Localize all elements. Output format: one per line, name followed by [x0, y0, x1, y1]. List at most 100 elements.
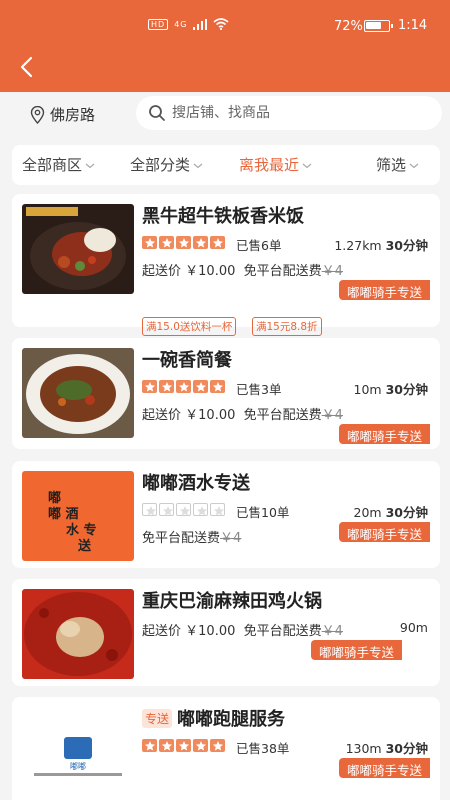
logo-text: 嘟嘟: [70, 762, 86, 771]
fee-info: 起送价 ￥10.00 免平台配送费￥4: [142, 404, 343, 423]
battery-percent: 72%: [334, 19, 363, 34]
store-card[interactable]: 嘟嘟 专送 嘟嘟跑腿服务 已售38单 130m 30分钟 嘟嘟骑手专送: [12, 697, 440, 800]
store-photo: [22, 204, 134, 294]
star-icon: [193, 503, 208, 516]
logo-char: 送: [78, 539, 92, 554]
filter-nearest-label: 离我最近: [239, 156, 300, 174]
store-photo: [22, 348, 134, 438]
chevron-down-icon: [193, 163, 203, 168]
search-input[interactable]: [172, 102, 422, 124]
chevron-down-icon: [85, 163, 95, 168]
distance-time: 20m 30分钟: [354, 502, 428, 521]
store-logo: 嘟嘟: [22, 707, 134, 797]
rating-stars: [142, 380, 225, 393]
signal-icon: [193, 18, 208, 30]
store-card[interactable]: 嘟 嘟 酒 水 专 送 嘟嘟酒水专送 已售10单 20m 30分钟 嘟嘟骑手专送…: [12, 461, 440, 568]
delivery-time: 30分钟: [385, 382, 428, 397]
wifi-icon: [213, 18, 230, 30]
clock: 1:14: [398, 18, 428, 33]
star-icon: [210, 503, 225, 516]
filter-screen[interactable]: 筛选: [376, 154, 419, 175]
min-price: ￥10.00: [185, 264, 236, 279]
store-name: 专送 嘟嘟跑腿服务: [142, 705, 285, 731]
rider-badge: 嘟嘟骑手专送: [338, 280, 430, 300]
star-icon: [159, 236, 174, 249]
store-name-text: 嘟嘟跑腿服务: [177, 709, 286, 730]
delivery-time: 30分钟: [385, 238, 428, 253]
star-icon: [176, 380, 191, 393]
store-photo: [22, 589, 134, 679]
promo-tag: 满15.0送饮料一杯: [142, 317, 237, 336]
rider-badge: 嘟嘟骑手专送: [310, 640, 402, 660]
hd-badge: HD: [148, 18, 169, 30]
free-fee: 免平台配送费: [243, 624, 322, 639]
search-icon: [149, 105, 165, 121]
fee-info: 起送价 ￥10.00 免平台配送费￥4: [142, 620, 343, 639]
signal-label: 4G: [174, 19, 188, 29]
store-card[interactable]: 重庆巴渝麻辣田鸡火锅 起送价 ￥10.00 免平台配送费￥4 90m 嘟嘟骑手专…: [12, 579, 440, 686]
delivery-time: 30分钟: [385, 741, 428, 756]
star-icon: [193, 380, 208, 393]
free-fee: 免平台配送费: [142, 531, 221, 546]
store-name: 一碗香简餐: [142, 350, 232, 371]
distance: 1.27km: [334, 238, 382, 253]
star-icon: [176, 236, 191, 249]
distance-time: 130m 30分钟: [346, 738, 428, 757]
filter-district[interactable]: 全部商区: [22, 154, 95, 175]
express-tag: 专送: [142, 709, 173, 728]
distance: 130m: [345, 741, 382, 756]
star-icon: [210, 380, 225, 393]
store-logo: 嘟 嘟 酒 水 专 送: [22, 471, 134, 561]
star-icon: [159, 739, 174, 752]
min-label: 起送价: [142, 264, 182, 279]
old-fee: ￥4: [321, 264, 343, 279]
min-price: ￥10.00: [185, 624, 236, 639]
status-bar: HD 4G 72% 1:14: [0, 0, 450, 52]
store-card[interactable]: 黑牛超牛铁板香米饭 已售6单 1.27km 30分钟 起送价 ￥10.00 免平…: [12, 194, 440, 336]
distance: 90m: [399, 620, 428, 635]
star-icon: [142, 739, 157, 752]
filter-category[interactable]: 全部分类: [130, 154, 203, 175]
back-arrow-icon[interactable]: [14, 54, 40, 80]
distance: 10m: [353, 382, 382, 397]
search-row: 佛房路: [0, 92, 450, 138]
location-pin-icon[interactable]: [30, 106, 45, 124]
star-icon: [193, 236, 208, 249]
filter-nearest[interactable]: 离我最近: [239, 154, 312, 175]
logo-char: 水 专: [66, 523, 97, 538]
rider-badge: 嘟嘟骑手专送: [338, 758, 430, 778]
store-name: 重庆巴渝麻辣田鸡火锅: [142, 591, 322, 612]
free-fee: 免平台配送费: [243, 264, 322, 279]
location-label[interactable]: 佛房路: [50, 104, 95, 125]
filter-bar: 全部商区 全部分类 离我最近 筛选: [12, 145, 440, 185]
sold-count: 已售6单: [236, 238, 282, 253]
star-icon: [159, 503, 174, 516]
star-icon: [142, 380, 157, 393]
sold-count: 已售10单: [236, 505, 290, 520]
store-name: 黑牛超牛铁板香米饭: [142, 206, 304, 227]
old-fee: ￥4: [321, 408, 343, 423]
rating-stars: [142, 236, 225, 249]
min-price: ￥10.00: [185, 408, 236, 423]
filter-category-label: 全部分类: [130, 156, 191, 174]
logo-char: 嘟: [48, 491, 62, 506]
chevron-down-icon: [302, 163, 312, 168]
star-icon: [176, 503, 191, 516]
star-icon: [159, 380, 174, 393]
logo-char: 嘟 酒: [48, 507, 79, 522]
rating-stars: [142, 739, 225, 752]
old-fee: ￥4: [220, 531, 242, 546]
store-name: 嘟嘟酒水专送: [142, 473, 250, 494]
sold-count: 已售38单: [236, 741, 290, 756]
network-indicators: HD 4G: [148, 18, 230, 30]
old-fee: ￥4: [321, 624, 343, 639]
store-card[interactable]: 一碗香简餐 已售3单 10m 30分钟 起送价 ￥10.00 免平台配送费￥4 …: [12, 338, 440, 449]
sold-count: 已售3单: [236, 382, 282, 397]
star-icon: [176, 739, 191, 752]
star-icon: [142, 236, 157, 249]
star-icon: [210, 739, 225, 752]
min-label: 起送价: [142, 408, 182, 423]
star-icon: [193, 739, 208, 752]
search-box[interactable]: [136, 96, 442, 130]
fee-info: 免平台配送费￥4: [142, 527, 241, 546]
